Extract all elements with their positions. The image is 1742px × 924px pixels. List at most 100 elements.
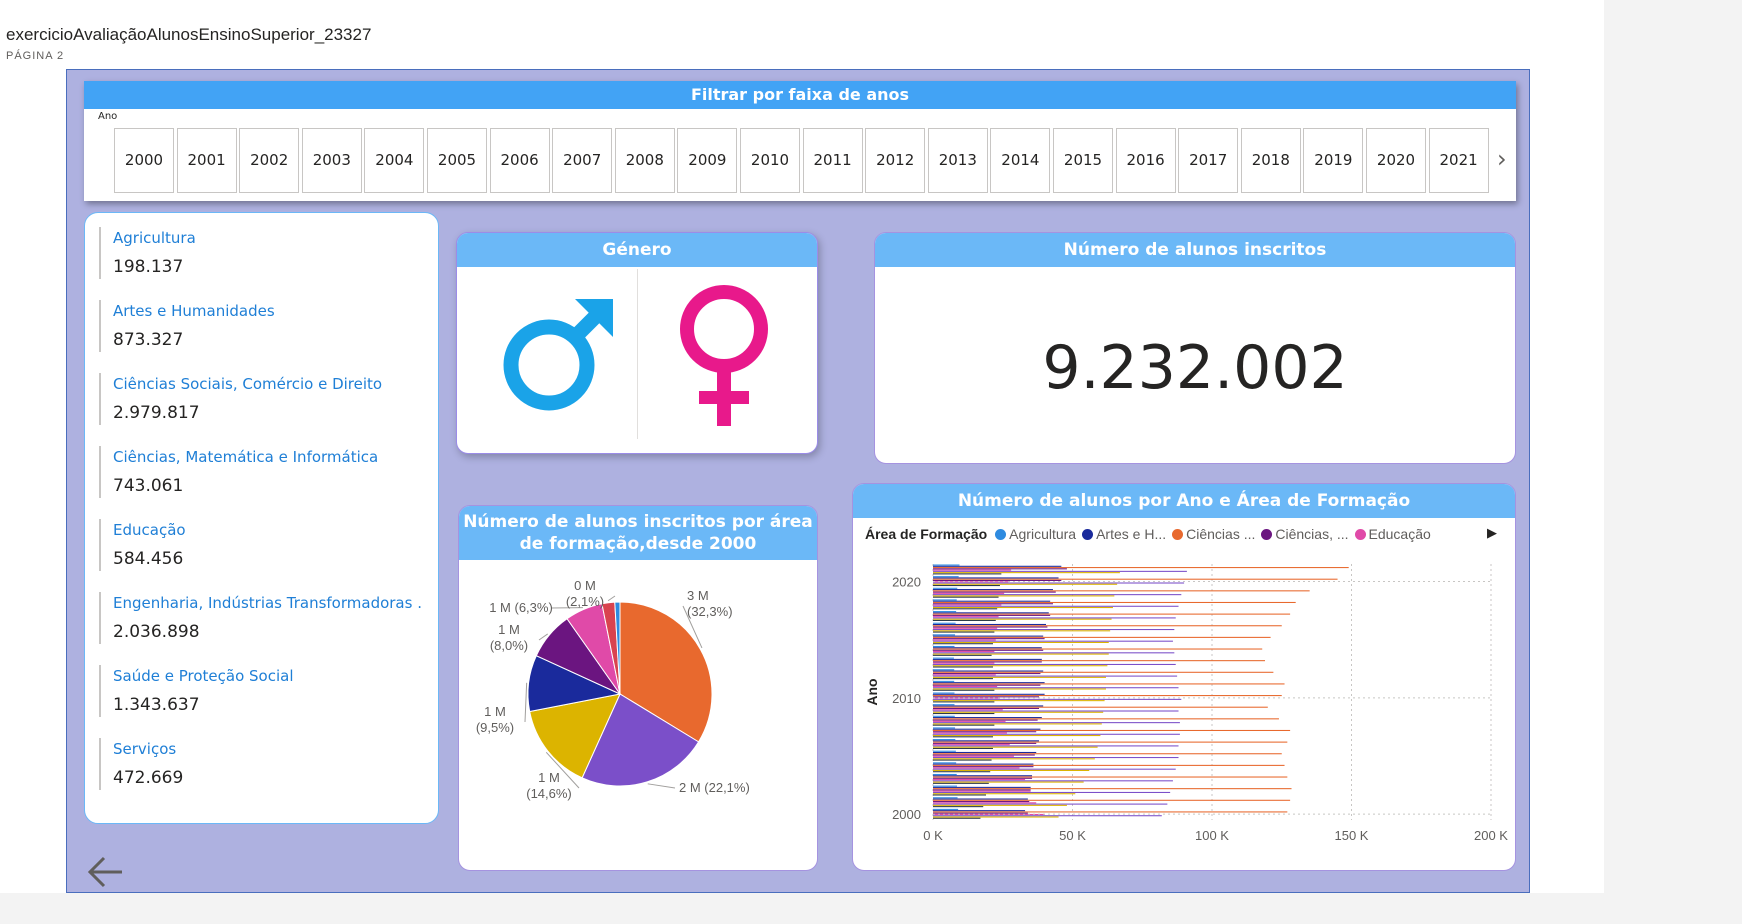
bar[interactable] xyxy=(933,625,1282,627)
legend-item[interactable]: Ciências, ... xyxy=(1261,526,1349,542)
bar[interactable] xyxy=(933,757,1179,759)
female-symbol-icon[interactable] xyxy=(639,269,809,439)
legend-item[interactable]: Educação xyxy=(1354,526,1431,542)
bar[interactable] xyxy=(933,689,995,691)
bar[interactable] xyxy=(933,618,1112,620)
bar[interactable] xyxy=(933,768,1176,770)
bar[interactable] xyxy=(933,732,1007,734)
bar[interactable] xyxy=(933,579,1062,582)
year-button[interactable]: 2000 xyxy=(114,128,174,193)
bar[interactable] xyxy=(933,669,955,671)
legend-item[interactable]: Ciências ... xyxy=(1172,526,1255,542)
bar[interactable] xyxy=(933,790,1031,792)
bar[interactable] xyxy=(933,722,1180,724)
bar[interactable] xyxy=(933,698,1182,700)
bar[interactable] xyxy=(933,684,1041,686)
bar[interactable] xyxy=(933,747,993,749)
bar[interactable] xyxy=(933,592,1005,594)
bar[interactable] xyxy=(933,641,1109,643)
bar[interactable] xyxy=(933,619,996,621)
year-button[interactable]: 2006 xyxy=(489,128,550,193)
bar[interactable] xyxy=(933,651,995,653)
bar[interactable] xyxy=(933,700,1105,702)
bar[interactable] xyxy=(933,693,1045,695)
bar[interactable] xyxy=(933,777,1033,779)
bar[interactable] xyxy=(933,643,993,645)
bar[interactable] xyxy=(933,611,957,613)
bar[interactable] xyxy=(933,701,995,703)
bar[interactable] xyxy=(933,736,993,738)
bar[interactable] xyxy=(933,640,1173,642)
bar[interactable] xyxy=(933,745,1179,747)
bar[interactable] xyxy=(933,636,1271,638)
bar[interactable] xyxy=(933,565,1062,567)
bar[interactable] xyxy=(933,648,1263,650)
bar[interactable] xyxy=(933,713,995,715)
year-button[interactable]: 2014 xyxy=(990,128,1051,193)
bar[interactable] xyxy=(933,660,1266,662)
bar[interactable] xyxy=(933,762,957,764)
bar[interactable] xyxy=(933,688,1106,690)
bar[interactable] xyxy=(933,596,999,598)
bar[interactable] xyxy=(933,801,1030,803)
bar[interactable] xyxy=(933,604,1002,606)
bar[interactable] xyxy=(933,810,1026,812)
bar[interactable] xyxy=(933,750,956,752)
bar[interactable] xyxy=(933,746,1098,748)
bar[interactable] xyxy=(933,678,993,680)
bar[interactable] xyxy=(933,817,981,819)
bar[interactable] xyxy=(933,590,1310,592)
bar[interactable] xyxy=(933,771,991,773)
bar[interactable] xyxy=(933,723,1102,725)
bar[interactable] xyxy=(933,662,995,664)
bar[interactable] xyxy=(933,785,957,787)
bar[interactable] xyxy=(933,605,1179,607)
year-button[interactable]: 2019 xyxy=(1303,128,1364,193)
bar[interactable] xyxy=(933,798,1028,800)
bar[interactable] xyxy=(933,612,1049,614)
bar[interactable] xyxy=(933,740,1040,742)
bar[interactable] xyxy=(933,733,1180,735)
bar[interactable] xyxy=(933,601,1296,604)
bar[interactable] xyxy=(933,729,1291,732)
bar[interactable] xyxy=(933,671,1274,673)
bar[interactable] xyxy=(933,786,1031,788)
bar[interactable] xyxy=(933,766,1034,768)
bar[interactable] xyxy=(933,645,955,648)
bar[interactable] xyxy=(933,812,1028,814)
bar[interactable] xyxy=(933,808,959,810)
year-button[interactable]: 2016 xyxy=(1115,128,1176,193)
bar[interactable] xyxy=(933,707,1040,710)
bar[interactable] xyxy=(933,591,1056,593)
bar[interactable] xyxy=(933,793,1076,795)
bar[interactable] xyxy=(933,589,1053,591)
bar[interactable] xyxy=(933,782,989,784)
bar[interactable] xyxy=(933,710,1179,712)
bar[interactable] xyxy=(933,657,954,659)
bar[interactable] xyxy=(933,720,1006,722)
bar[interactable] xyxy=(933,803,1168,805)
bar[interactable] xyxy=(933,742,1037,744)
bar[interactable] xyxy=(933,731,1037,733)
legend-item[interactable]: Agricultura xyxy=(995,526,1076,542)
bar[interactable] xyxy=(933,753,1282,755)
bar[interactable] xyxy=(933,683,1285,685)
bar[interactable] xyxy=(933,638,1045,640)
bar[interactable] xyxy=(933,629,1175,631)
year-button[interactable]: 2011 xyxy=(802,128,863,193)
bar[interactable] xyxy=(933,587,958,589)
bar[interactable] xyxy=(933,634,956,636)
bar[interactable] xyxy=(933,780,1173,782)
bar[interactable] xyxy=(933,789,1031,791)
bar[interactable] xyxy=(933,727,956,729)
bar-chart[interactable]: 0 K 50 K 100 K 150 K 200 K 2000 2010 2020 Ano xyxy=(853,550,1515,870)
bar[interactable] xyxy=(933,616,999,618)
legend-item[interactable]: Artes e H... xyxy=(1082,526,1166,542)
bar[interactable] xyxy=(933,773,957,776)
bar[interactable] xyxy=(933,626,1048,628)
year-button[interactable]: 2021 xyxy=(1428,128,1489,193)
bar[interactable] xyxy=(933,567,1349,569)
bar[interactable] xyxy=(933,582,1185,584)
bar[interactable] xyxy=(933,647,1042,649)
year-button[interactable]: 2013 xyxy=(927,128,988,193)
